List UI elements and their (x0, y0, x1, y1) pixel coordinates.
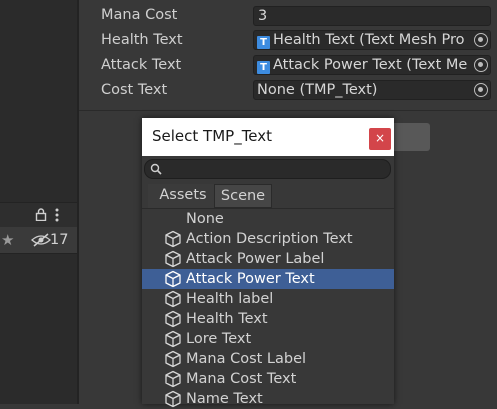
mana-cost-label: Mana Cost (101, 7, 178, 23)
gameobject-cube-icon (165, 390, 181, 408)
list-item-label: None (186, 211, 224, 227)
list-item[interactable]: Mana Cost Label (142, 349, 394, 369)
cost-text-label: Cost Text (101, 82, 168, 98)
inspector-separator (79, 110, 497, 111)
gameobject-cube-icon (165, 230, 181, 248)
hierarchy-filter-row: ★ 17 (0, 227, 77, 254)
tab-assets[interactable]: Assets (148, 184, 218, 208)
health-text-field[interactable]: T Health Text (Text Mesh Pro (253, 30, 491, 50)
object-picker-icon[interactable] (474, 58, 488, 72)
text-mesh-pro-icon: T (257, 36, 270, 49)
text-mesh-pro-icon: T (257, 61, 270, 74)
list-item-label: Health Text (186, 311, 268, 327)
star-icon[interactable]: ★ (1, 231, 14, 249)
list-item-label: Mana Cost Text (186, 371, 297, 387)
mana-cost-value: 3 (258, 8, 268, 24)
gameobject-cube-icon (165, 330, 181, 348)
popup-title: Select TMP_Text (152, 127, 273, 145)
tab-scene[interactable]: Scene (214, 184, 272, 208)
health-text-value: Health Text (Text Mesh Pro (273, 32, 465, 48)
list-item[interactable]: Name Text (142, 389, 394, 409)
select-object-popup: Select TMP_Text × Assets Scene None Acti… (142, 118, 394, 408)
list-item-none[interactable]: None (142, 209, 394, 229)
list-item-label: Mana Cost Label (186, 351, 307, 367)
hierarchy-toolbar (0, 202, 77, 228)
panel-divider[interactable] (77, 0, 79, 404)
gameobject-cube-icon (165, 350, 181, 368)
attack-text-label: Attack Text (101, 57, 182, 73)
list-item-label: Attack Power Label (186, 251, 325, 267)
list-item-label: Attack Power Text (186, 271, 315, 287)
object-picker-icon[interactable] (474, 83, 488, 97)
lock-icon[interactable] (35, 208, 47, 221)
list-item-selected[interactable]: Attack Power Text (142, 269, 394, 289)
close-button[interactable]: × (369, 128, 391, 150)
kebab-menu-icon[interactable] (54, 208, 60, 222)
list-item-label: Name Text (186, 391, 263, 407)
gameobject-cube-icon (165, 370, 181, 388)
attack-text-field[interactable]: T Attack Power Text (Text Me (253, 55, 491, 75)
list-item[interactable]: Health label (142, 289, 394, 309)
list-item-label: Action Description Text (186, 231, 353, 247)
search-input[interactable] (144, 159, 391, 179)
list-item-label: Lore Text (186, 331, 252, 347)
popup-title-bar[interactable]: Select TMP_Text × (142, 118, 394, 156)
list-item[interactable]: Health Text (142, 309, 394, 329)
cost-text-value: None (TMP_Text) (257, 82, 378, 98)
list-item[interactable]: Action Description Text (142, 229, 394, 249)
gameobject-cube-icon (165, 310, 181, 328)
gameobject-cube-icon (165, 290, 181, 308)
list-item[interactable]: Mana Cost Text (142, 369, 394, 389)
list-item[interactable]: Attack Power Label (142, 249, 394, 269)
health-text-label: Health Text (101, 32, 183, 48)
list-item[interactable]: Lore Text (142, 329, 394, 349)
gameobject-cube-icon (165, 270, 181, 288)
cost-text-field[interactable]: None (TMP_Text) (253, 80, 491, 100)
mana-cost-field[interactable]: 3 (253, 6, 491, 26)
list-item-label: Health label (186, 291, 274, 307)
object-picker-icon[interactable] (474, 33, 488, 47)
visibility-count: 17 (50, 232, 69, 248)
attack-text-value: Attack Power Text (Text Me (273, 57, 468, 73)
search-icon (150, 163, 162, 175)
gameobject-cube-icon (165, 250, 181, 268)
visibility-hidden-icon[interactable] (31, 233, 51, 247)
